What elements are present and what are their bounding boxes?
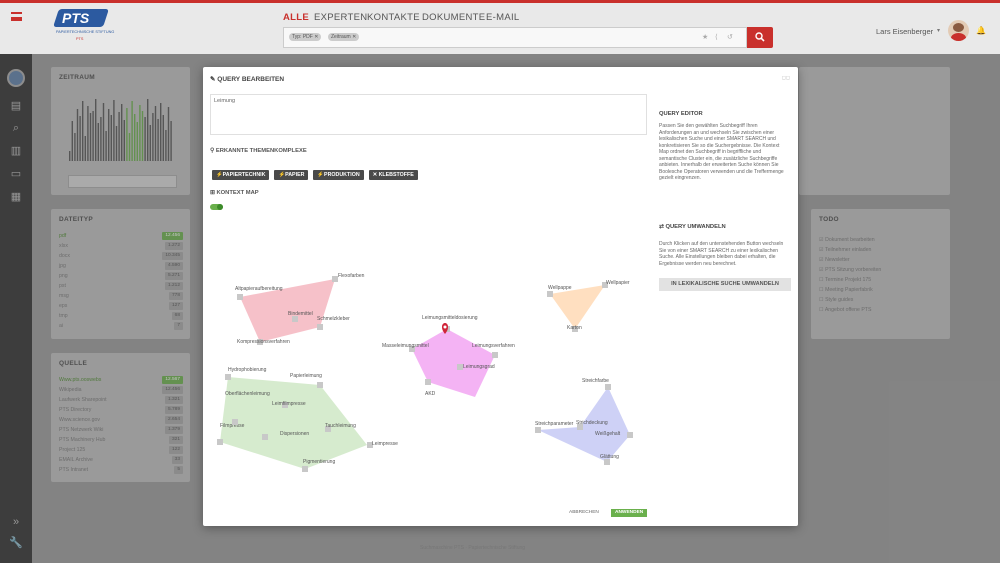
- nav-email[interactable]: E-MAIL: [486, 12, 519, 23]
- map-term[interactable]: Leimfilmpresse: [272, 401, 306, 407]
- map-node[interactable]: [547, 291, 553, 297]
- query-textarea[interactable]: [210, 94, 647, 135]
- map-node[interactable]: [237, 294, 243, 300]
- map-node[interactable]: [605, 384, 611, 390]
- map-term[interactable]: Kompressionsverfahren: [237, 339, 290, 345]
- query-edit-dialog: ✎ QUERY BEARBEITEN ◻◻ ⚲ ERKANNTE THEMENK…: [203, 67, 798, 526]
- map-term[interactable]: Bindemittel: [288, 311, 313, 317]
- map-term[interactable]: Oberflächenleimung: [225, 391, 270, 397]
- footer-text: Suchmaschine PTS · Papiertechnische Stif…: [420, 545, 526, 551]
- map-term[interactable]: Leimungsgrad: [463, 364, 495, 370]
- star-icon[interactable]: ★: [702, 33, 708, 41]
- hamburger-menu-icon[interactable]: [11, 12, 22, 21]
- map-node[interactable]: [535, 427, 541, 433]
- kontext-toggle[interactable]: [210, 204, 223, 210]
- map-node[interactable]: [492, 352, 498, 358]
- logo-text: PTS: [62, 10, 90, 26]
- context-map[interactable]: Altpapieraufbereitung Flexofarben Bindemit…: [210, 237, 655, 492]
- pts-logo[interactable]: PTS PAPIERTECHNISCHE STIFTUNG PTS: [42, 9, 115, 43]
- map-term[interactable]: Flexofarben: [338, 273, 365, 279]
- search-icon: [755, 32, 765, 42]
- search-tag[interactable]: Typ: PDF ✕: [289, 33, 322, 41]
- logo-subtitle: PAPIERTECHNISCHE STIFTUNG: [56, 30, 115, 34]
- convert-title: ⇄ QUERY UMWANDELN: [659, 224, 726, 230]
- user-name[interactable]: Lars Eisenberger: [876, 27, 933, 36]
- map-term[interactable]: Altpapieraufbereitung: [235, 286, 283, 292]
- search-button[interactable]: [747, 27, 773, 48]
- map-node[interactable]: [317, 382, 323, 388]
- map-term[interactable]: Streichfarbe: [582, 378, 609, 384]
- logo-subtitle-2: PTS: [76, 37, 84, 41]
- map-node[interactable]: [217, 439, 223, 445]
- map-term[interactable]: Weißgehalt: [595, 431, 621, 437]
- nav-experten[interactable]: EXPERTEN: [314, 12, 367, 23]
- map-term[interactable]: Schmelzkleber: [317, 316, 350, 322]
- cluster-area: [550, 285, 605, 329]
- map-term[interactable]: Leimpresse: [372, 441, 398, 447]
- topic-chip[interactable]: ⚡PRODUKTION: [313, 170, 364, 180]
- topic-chip[interactable]: ✕ KLEBSTOFFE: [368, 170, 418, 180]
- chevron-down-icon[interactable]: ▾: [937, 27, 940, 34]
- topic-chip[interactable]: ⚡PAPIER: [274, 170, 309, 180]
- history-icon[interactable]: ↺: [727, 33, 733, 41]
- map-term[interactable]: Masseleimungsmittel: [382, 343, 429, 349]
- map-term[interactable]: Hydrophobierung: [228, 367, 267, 373]
- map-term[interactable]: Wellpapier: [606, 280, 630, 286]
- dialog-title: ✎ QUERY BEARBEITEN: [210, 76, 285, 83]
- nav-dokumente[interactable]: DOKUMENTE: [422, 12, 485, 23]
- nav-alle[interactable]: ALLE: [283, 12, 309, 23]
- map-term[interactable]: Leimungsmitteldosierung: [422, 315, 478, 321]
- map-node[interactable]: [225, 374, 231, 380]
- top-bar: PTS PAPIERTECHNISCHE STIFTUNG PTS ALLE E…: [0, 0, 1000, 54]
- map-node[interactable]: [317, 324, 323, 330]
- topic-chip[interactable]: ⚡PAPIERTECHNIK: [212, 170, 270, 180]
- map-node[interactable]: [425, 379, 431, 385]
- convert-button[interactable]: IN LEXIKALISCHE SUCHE UMWANDELN: [659, 278, 791, 291]
- kontext-title: ⊞ KONTEXT MAP: [210, 190, 259, 196]
- avatar[interactable]: [948, 20, 969, 41]
- map-term[interactable]: Glättung: [600, 454, 619, 460]
- cancel-button[interactable]: ABBRECHEN: [569, 510, 599, 515]
- share-icon[interactable]: ⟨: [715, 33, 718, 41]
- topic-chips: ⚡PAPIERTECHNIK ⚡PAPIER ⚡PRODUKTION ✕ KLEBST…: [212, 163, 423, 181]
- map-node[interactable]: [627, 432, 633, 438]
- topics-title: ⚲ ERKANNTE THEMENKOMPLEXE: [210, 148, 307, 154]
- map-term[interactable]: Karton: [567, 325, 582, 331]
- apply-button[interactable]: ANWENDEN: [611, 509, 648, 517]
- bell-icon[interactable]: 🔔: [976, 26, 986, 35]
- dialog-controls-icon[interactable]: ◻◻: [782, 75, 790, 81]
- map-term[interactable]: Leimungsverfahren: [472, 343, 515, 349]
- map-node[interactable]: [302, 466, 308, 472]
- search-tag[interactable]: Zeitraum ✕: [328, 33, 360, 41]
- map-term[interactable]: Papierleimung: [290, 373, 322, 379]
- map-node[interactable]: [262, 434, 268, 440]
- info-title: QUERY EDITOR: [659, 111, 703, 117]
- nav-kontakte[interactable]: KONTAKTE: [367, 12, 420, 23]
- map-term[interactable]: Tauchleimung: [325, 423, 356, 429]
- info-text: Passen Sie den gewählten Suchbegriff Ihr…: [659, 123, 784, 181]
- map-term[interactable]: Dispersionen: [280, 431, 309, 437]
- map-term[interactable]: Streichparameter: [535, 421, 574, 427]
- convert-text: Durch Klicken auf den untenstehenden But…: [659, 241, 784, 267]
- map-term[interactable]: Strichdeckung: [576, 420, 608, 426]
- map-term[interactable]: AKD: [425, 391, 436, 397]
- map-term[interactable]: Pigmentierung: [303, 459, 335, 465]
- cluster-area: [412, 329, 495, 397]
- map-term[interactable]: Wellpappe: [548, 285, 572, 291]
- search-bar[interactable]: Typ: PDF ✕ Zeitraum ✕ ★ ⟨ ↺: [283, 27, 747, 48]
- map-node[interactable]: [232, 419, 238, 425]
